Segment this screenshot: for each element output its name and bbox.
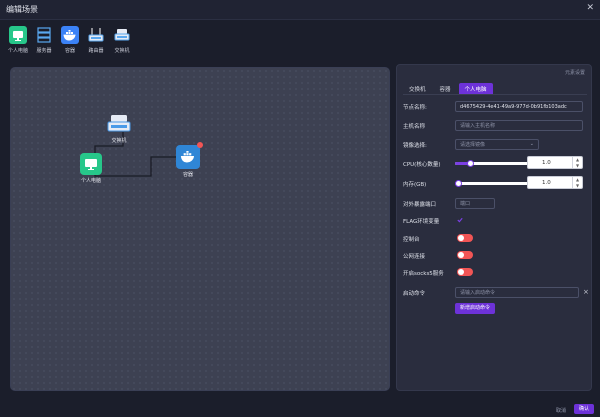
decrement-icon: ▼ [575,162,580,168]
host-name-input[interactable]: 请输入主机名称 [455,120,583,131]
add-startup-command-button[interactable]: 新增启动命令 [455,303,495,314]
memory-spinner[interactable]: ▲ ▼ [572,177,582,188]
topology-edges [94,132,185,177]
element-settings-link[interactable]: 元素设置 [565,69,585,76]
settings-panel: 元素设置 交换机 容器 个人电脑 节点名称: d4675429-4e41-49a… [396,64,592,391]
window-title: 编辑场景 [6,5,38,14]
socks5-toggle[interactable] [457,268,473,276]
tab-switch[interactable]: 交换机 [403,83,432,94]
port-label: 对外暴露端口 [403,202,437,208]
tab-pc[interactable]: 个人电脑 [458,83,493,94]
clear-icon[interactable]: × [583,288,589,296]
chevron-down-icon: ⌄ [529,141,534,147]
public-row: 公网连接 [403,250,587,262]
cpu-slider[interactable] [455,160,531,167]
memory-value: 1.0 [542,180,551,186]
public-label: 公网连接 [403,254,426,260]
tool-pc-label: 个人电脑 [8,48,29,54]
canvas-node-container[interactable]: 容器 [176,142,203,178]
console-row: 控制台 [403,233,587,245]
console-toggle[interactable] [457,234,473,242]
node-name-label: 节点名称: [403,105,427,111]
tool-pc[interactable]: 个人电脑 [8,26,28,62]
decrement-icon: ▼ [575,182,580,188]
switch-icon [113,26,131,44]
flag-checkbox[interactable] [457,217,463,223]
memory-number-input[interactable]: 1.0 ▲ ▼ [527,176,583,189]
image-select[interactable]: 请选择镜像 ⌄ [455,139,539,150]
tool-server-label: 服务器 [36,48,52,54]
port-row: 对外暴露端口 端口 [403,198,587,210]
flag-row: FLAG环境变量 [403,215,587,227]
switch-icon [107,115,131,132]
tool-router-label: 路由器 [88,48,104,54]
cpu-number-input[interactable]: 1.0 ▲ ▼ [527,156,583,169]
topology-canvas[interactable]: 交换机 个人电脑 容器 [10,67,390,391]
title-bar: 编辑场景 ✕ [0,0,600,20]
pc-icon [80,153,102,175]
cpu-value: 1.0 [542,160,551,166]
tool-switch[interactable]: 交换机 [112,26,132,62]
server-icon [35,26,53,44]
router-icon [87,26,105,44]
pc-icon [9,26,27,44]
cpu-label: CPU(核心数量) [403,162,441,168]
image-select-placeholder: 请选择镜像 [460,142,486,148]
port-input[interactable]: 端口 [455,198,495,209]
canvas-node-container-label: 容器 [182,172,193,178]
docker-icon [176,145,200,169]
tool-server[interactable]: 服务器 [34,26,54,62]
docker-icon [61,26,79,44]
image-label: 镜像选择: [403,143,427,149]
memory-label: 内存(GB) [403,182,427,188]
close-icon[interactable]: ✕ [586,3,594,13]
node-name-field[interactable]: d4675429-4e41-49a9-977d-0b91fb103adc [455,101,583,112]
startup-label: 启动命令 [403,291,426,297]
tool-container[interactable]: 容器 [60,26,80,62]
canvas-node-switch[interactable]: 交换机 [107,113,131,144]
cpu-row: CPU(核心数量) 1.0 ▲ ▼ [403,156,587,170]
host-name-label: 主机名称 [403,124,426,130]
public-toggle[interactable] [457,251,473,259]
memory-slider-knob[interactable] [455,180,462,187]
cpu-slider-knob[interactable] [467,160,474,167]
image-row: 镜像选择: 请选择镜像 ⌄ [403,139,587,151]
tool-router[interactable]: 路由器 [86,26,106,62]
startup-row: 启动命令 请输入启动命令 × [403,287,589,299]
startup-input[interactable]: 请输入启动命令 [455,287,579,298]
flag-label: FLAG环境变量 [403,219,440,225]
socks5-row: 开启socks5服务 [403,267,587,279]
cpu-spinner[interactable]: ▲ ▼ [572,157,582,168]
canvas-node-pc-label: 个人电脑 [80,178,101,184]
tool-switch-label: 交换机 [114,48,130,54]
tab-container[interactable]: 容器 [434,83,457,94]
node-delete-icon[interactable] [197,142,203,148]
node-name-row: 节点名称: d4675429-4e41-49a9-977d-0b91fb103a… [403,101,587,113]
cancel-button[interactable]: 取消 [556,407,566,414]
ok-button[interactable]: 确认 [574,404,594,414]
socks5-label: 开启socks5服务 [403,271,444,277]
canvas-node-switch-label: 交换机 [111,138,127,144]
console-label: 控制台 [403,237,420,243]
host-name-row: 主机名称 请输入主机名称 [403,120,587,132]
settings-tabs: 交换机 容器 个人电脑 [403,83,587,95]
canvas-node-pc[interactable]: 个人电脑 [80,153,102,184]
memory-row: 内存(GB) 1.0 ▲ ▼ [403,176,587,190]
edge-pc-container [94,156,185,177]
device-toolbar: 个人电脑 服务器 容器 路由器 交换机 [8,26,132,62]
tool-container-label: 容器 [64,48,75,54]
memory-slider[interactable] [455,180,531,187]
